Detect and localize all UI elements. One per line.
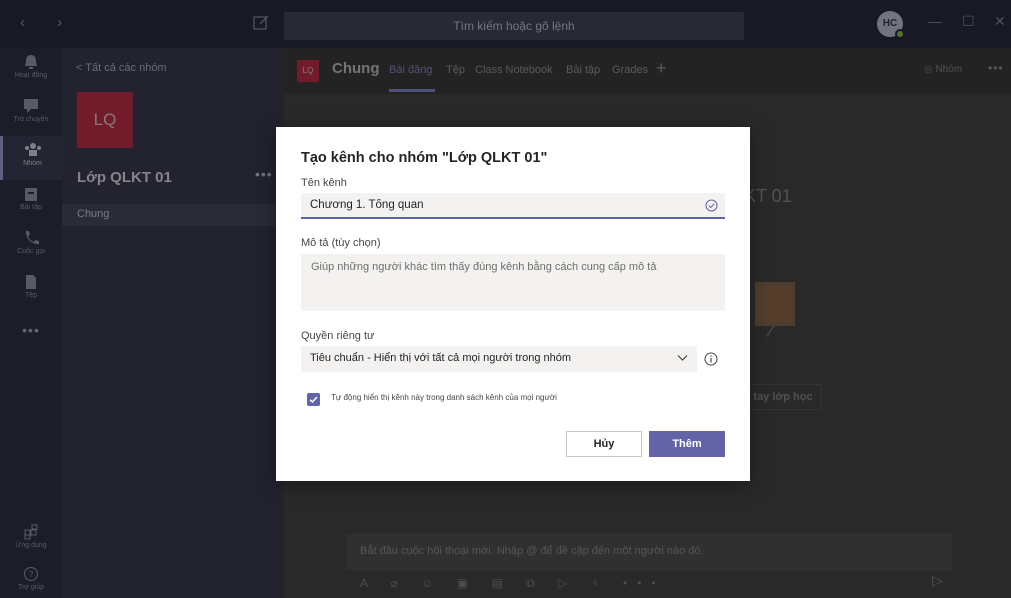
cancel-button[interactable]: Hủy bbox=[566, 431, 642, 457]
auto-show-label: Tự động hiển thị kênh này trong danh sác… bbox=[331, 393, 557, 402]
add-button[interactable]: Thêm bbox=[649, 431, 725, 457]
checkmark-icon bbox=[309, 396, 318, 404]
privacy-selected-value: Tiêu chuẩn - Hiển thị với tất cả mọi ngư… bbox=[310, 352, 572, 364]
check-circle-icon bbox=[705, 199, 718, 212]
channel-name-label: Tên kênh bbox=[301, 177, 347, 189]
description-field[interactable] bbox=[301, 254, 725, 311]
create-channel-dialog: Tạo kênh cho nhóm "Lớp QLKT 01" Tên kênh… bbox=[276, 127, 750, 481]
description-input[interactable] bbox=[301, 254, 725, 311]
description-label: Mô tả (tùy chọn) bbox=[301, 237, 381, 249]
channel-name-field[interactable] bbox=[301, 193, 725, 219]
info-icon[interactable] bbox=[704, 352, 718, 366]
chevron-down-icon bbox=[677, 355, 688, 361]
channel-name-input[interactable] bbox=[301, 193, 691, 217]
auto-show-checkbox[interactable] bbox=[307, 393, 320, 406]
privacy-label: Quyền riêng tư bbox=[301, 330, 375, 342]
dialog-title: Tạo kênh cho nhóm "Lớp QLKT 01" bbox=[301, 150, 548, 166]
privacy-dropdown[interactable]: Tiêu chuẩn - Hiển thị với tất cả mọi ngư… bbox=[301, 346, 697, 372]
